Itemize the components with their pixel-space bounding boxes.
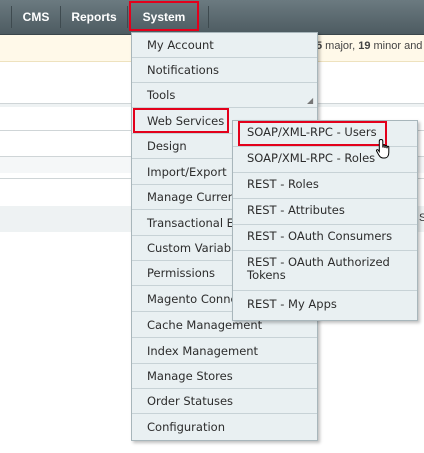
top-nav-bar: CMS Reports System <box>0 0 424 35</box>
nav-separator <box>127 6 128 28</box>
submenu-item-rest-roles[interactable]: REST - Roles <box>233 173 417 199</box>
menu-item-tools-label: Tools <box>147 88 176 102</box>
web-services-highlight-box <box>133 108 229 133</box>
notice-text-2: minor and 9 <box>373 40 424 52</box>
nav-item-reports[interactable]: Reports <box>61 0 127 34</box>
system-highlight-box <box>129 1 199 31</box>
nav-item-cms[interactable]: CMS <box>12 0 60 34</box>
menu-item-configuration[interactable]: Configuration <box>132 415 317 440</box>
menu-item-tools[interactable]: Tools ◢ <box>132 83 317 108</box>
nav-separator <box>208 6 209 28</box>
notice-text-1: major, <box>322 40 359 52</box>
submenu-item-rest-attributes[interactable]: REST - Attributes <box>233 199 417 225</box>
soap-users-highlight-box <box>238 121 387 146</box>
hand-pointer-icon <box>375 138 390 159</box>
menu-item-my-account[interactable]: My Account <box>132 33 317 58</box>
resize-grip-icon: ◢ <box>307 96 314 105</box>
notice-minor-count: 19 <box>358 40 371 52</box>
menu-item-notifications[interactable]: Notifications <box>132 58 317 83</box>
submenu-item-rest-oauth-tokens[interactable]: REST - OAuth Authorized Tokens <box>233 251 417 291</box>
background-edge-text: S <box>419 212 424 224</box>
submenu-item-rest-oauth-consumers[interactable]: REST - OAuth Consumers <box>233 225 417 251</box>
menu-item-index-management[interactable]: Index Management <box>132 339 317 364</box>
submenu-item-rest-my-apps[interactable]: REST - My Apps <box>233 291 417 320</box>
menu-item-manage-stores[interactable]: Manage Stores <box>132 364 317 389</box>
menu-item-order-statuses[interactable]: Order Statuses <box>132 389 317 414</box>
notice-message: 5 major, 19 minor and 9 <box>316 40 424 52</box>
